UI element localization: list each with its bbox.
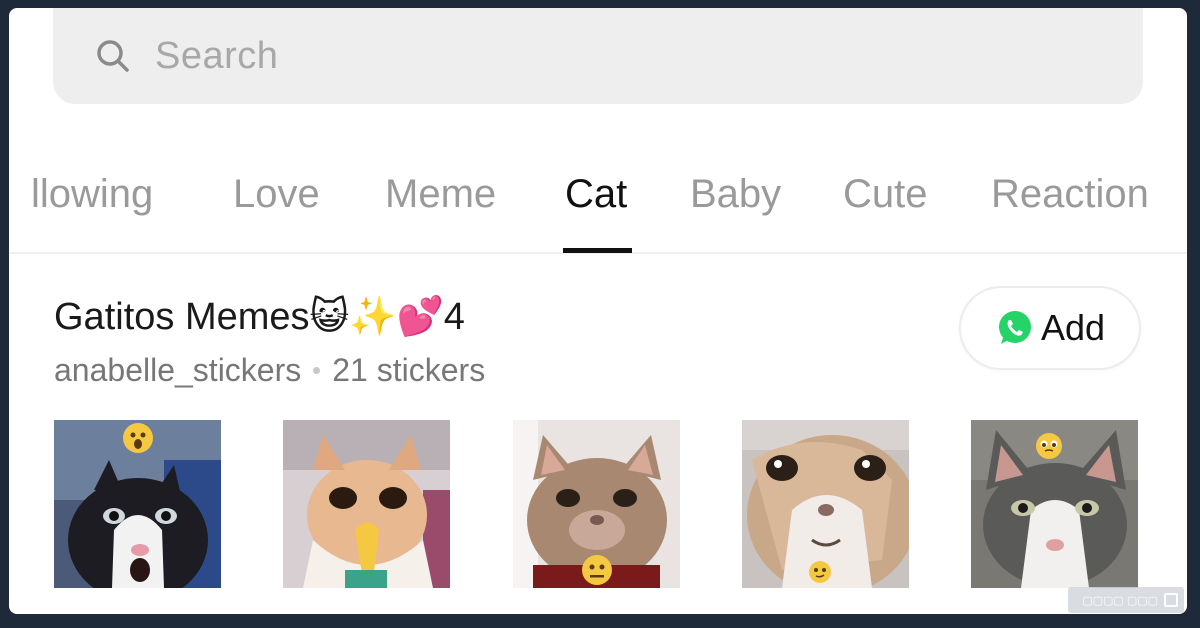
pack-meta: anabelle_stickers 21 stickers	[54, 352, 485, 389]
sticker-item[interactable]	[513, 420, 680, 588]
sticker-item[interactable]	[971, 420, 1138, 588]
pack-title[interactable]: Gatitos Memes😺✨💕4	[54, 294, 465, 339]
search-placeholder: Search	[155, 34, 279, 77]
tab-cute[interactable]: Cute	[843, 172, 928, 217]
watermark-icon	[1164, 593, 1178, 607]
search-input[interactable]: Search	[53, 8, 1143, 104]
tab-cat[interactable]: Cat	[565, 172, 627, 217]
cat-sticker-image	[742, 420, 909, 588]
sticker-browser: Search llowing Love Meme Cat Baby Cute R…	[9, 8, 1187, 614]
cat-sticker-image	[971, 420, 1138, 588]
sticker-item[interactable]	[742, 420, 909, 588]
tab-reaction[interactable]: Reaction	[991, 172, 1149, 217]
tab-meme[interactable]: Meme	[385, 172, 496, 217]
pack-author[interactable]: anabelle_stickers	[54, 352, 301, 389]
separator-dot	[313, 367, 321, 374]
cat-sticker-image	[54, 420, 221, 588]
tab-baby[interactable]: Baby	[690, 172, 781, 217]
sticker-item[interactable]	[54, 420, 221, 588]
category-tabs: llowing Love Meme Cat Baby Cute Reaction	[9, 148, 1187, 254]
cat-sticker-image	[283, 420, 450, 588]
cat-sticker-image	[513, 420, 680, 588]
pack-sticker-count: 21 stickers	[332, 352, 486, 388]
tab-love[interactable]: Love	[233, 172, 320, 217]
add-label: Add	[1040, 307, 1106, 348]
sticker-item[interactable]	[283, 420, 450, 588]
watermark: ▢▢▢▢ ▢▢▢	[1068, 587, 1184, 613]
active-tab-indicator	[563, 248, 632, 253]
whatsapp-icon	[998, 311, 1031, 344]
add-to-whatsapp-button[interactable]: Add	[959, 286, 1141, 370]
search-icon	[97, 40, 129, 72]
tab-following[interactable]: llowing	[31, 172, 153, 217]
